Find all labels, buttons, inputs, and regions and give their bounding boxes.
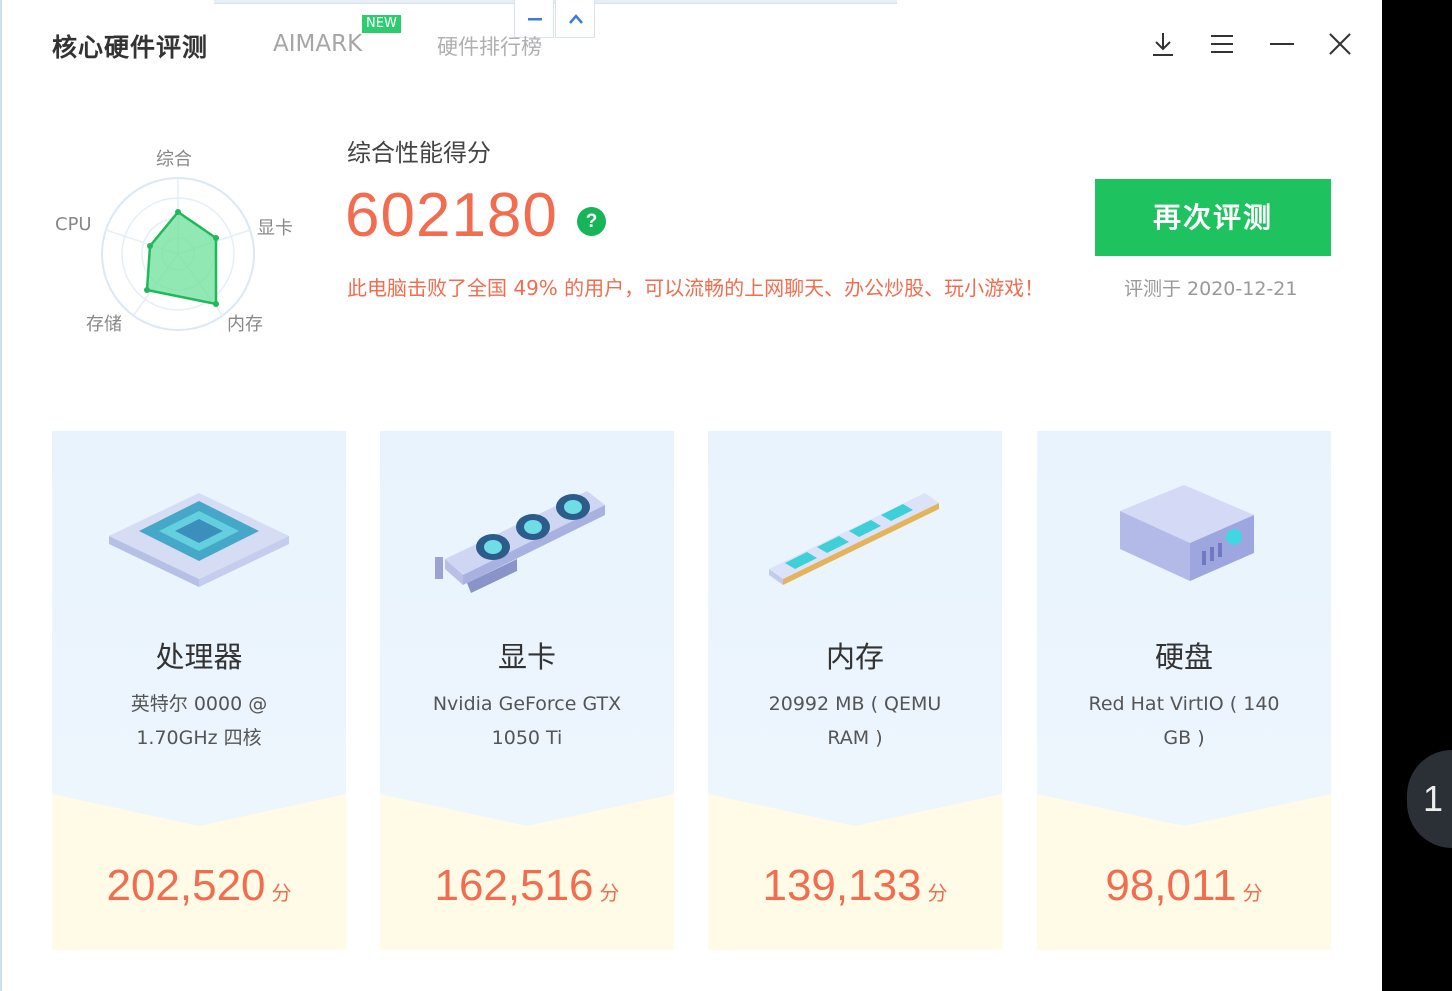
card-score-value: 139,133 <box>762 861 922 910</box>
gpu-card: 显卡 Nvidia GeForce GTX 1050 Ti 162,516 分 <box>380 431 674 950</box>
radar-label-storage: 存储 <box>86 314 122 335</box>
card-title: 内存 <box>825 640 884 674</box>
hard-disk-icon <box>1120 485 1254 581</box>
card-desc-line2: GB ) <box>1163 727 1205 749</box>
expand-button[interactable] <box>555 0 595 38</box>
radar-chart: 综合 显卡 内存 存储 CPU <box>48 140 308 340</box>
menu-icon[interactable] <box>1208 30 1236 58</box>
card-desc-line2: 1.70GHz 四核 <box>136 727 262 749</box>
card-score: 98,011 分 <box>1037 861 1331 911</box>
cpu-card: 处理器 英特尔 0000 @ 1.70GHz 四核 202,520 分 <box>52 431 346 950</box>
disk-card: 硬盘 Red Hat VirtIO ( 140 GB ) 98,011 分 <box>1037 431 1331 950</box>
close-icon[interactable] <box>1326 30 1354 58</box>
radar-label-cpu: CPU <box>55 214 92 235</box>
card-description: 英特尔 0000 @ 1.70GHz 四核 <box>82 687 316 755</box>
card-desc-line1: Red Hat VirtIO ( 140 <box>1088 693 1280 715</box>
minus-icon <box>528 18 542 21</box>
card-score: 162,516 分 <box>380 861 674 911</box>
card-score-unit: 分 <box>271 883 292 905</box>
card-desc-line1: Nvidia GeForce GTX <box>432 693 622 715</box>
radar-label-memory: 内存 <box>227 314 263 335</box>
card-score-unit: 分 <box>599 883 620 905</box>
card-desc-line1: 英特尔 0000 @ <box>130 693 268 715</box>
window-border <box>0 0 2 991</box>
score-heading: 综合性能得分 <box>347 139 491 167</box>
app-window: 核心硬件评测 AIMARK NEW 硬件排行榜 综合 显卡 内存 存储 CPU … <box>0 0 1382 991</box>
card-score-value: 98,011 <box>1105 861 1237 910</box>
card-description: Nvidia GeForce GTX 1050 Ti <box>410 687 644 755</box>
test-date: 评测于 2020-12-21 <box>1124 278 1298 300</box>
help-icon[interactable]: ? <box>577 207 606 236</box>
minimize-icon[interactable] <box>1268 30 1296 58</box>
card-score: 202,520 分 <box>52 861 346 911</box>
new-badge: NEW <box>362 15 401 33</box>
processor-chip-icon <box>109 493 289 587</box>
retest-button[interactable]: 再次评测 <box>1095 179 1331 256</box>
card-desc-line2: RAM ) <box>827 727 883 749</box>
chevron-up-icon <box>569 14 583 24</box>
tab-aimark[interactable]: AIMARK <box>273 31 362 57</box>
card-desc-line1: 20992 MB ( QEMU <box>768 693 942 715</box>
graphics-card-icon <box>435 491 605 593</box>
score-description: 此电脑击败了全国 49% 的用户，可以流畅的上网聊天、办公炒股、玩小游戏！ <box>347 276 1045 300</box>
card-score-value: 202,520 <box>106 861 266 910</box>
card-score-unit: 分 <box>927 883 948 905</box>
radar-label-overall: 综合 <box>156 149 192 170</box>
memory-card: 内存 20992 MB ( QEMU RAM ) 139,133 分 <box>708 431 1002 950</box>
card-score-unit: 分 <box>1242 883 1263 905</box>
card-desc-line2: 1050 Ti <box>491 727 563 749</box>
card-description: 20992 MB ( QEMU RAM ) <box>738 687 972 755</box>
side-floating-tab[interactable]: 1 <box>1407 750 1452 848</box>
card-score-value: 162,516 <box>434 861 594 910</box>
overall-score: 602180 <box>345 181 558 250</box>
card-title: 处理器 <box>155 640 243 674</box>
card-score: 139,133 分 <box>708 861 1002 911</box>
download-icon[interactable] <box>1149 30 1177 58</box>
radar-score-shape <box>145 210 218 306</box>
card-description: Red Hat VirtIO ( 140 GB ) <box>1067 687 1301 755</box>
memory-module-icon <box>769 493 939 585</box>
tab-hardware-ranking[interactable]: 硬件排行榜 <box>437 31 542 61</box>
app-title: 核心硬件评测 <box>52 33 209 62</box>
card-title: 硬盘 <box>1154 640 1213 674</box>
radar-label-gpu: 显卡 <box>257 218 293 239</box>
card-title: 显卡 <box>497 640 556 674</box>
